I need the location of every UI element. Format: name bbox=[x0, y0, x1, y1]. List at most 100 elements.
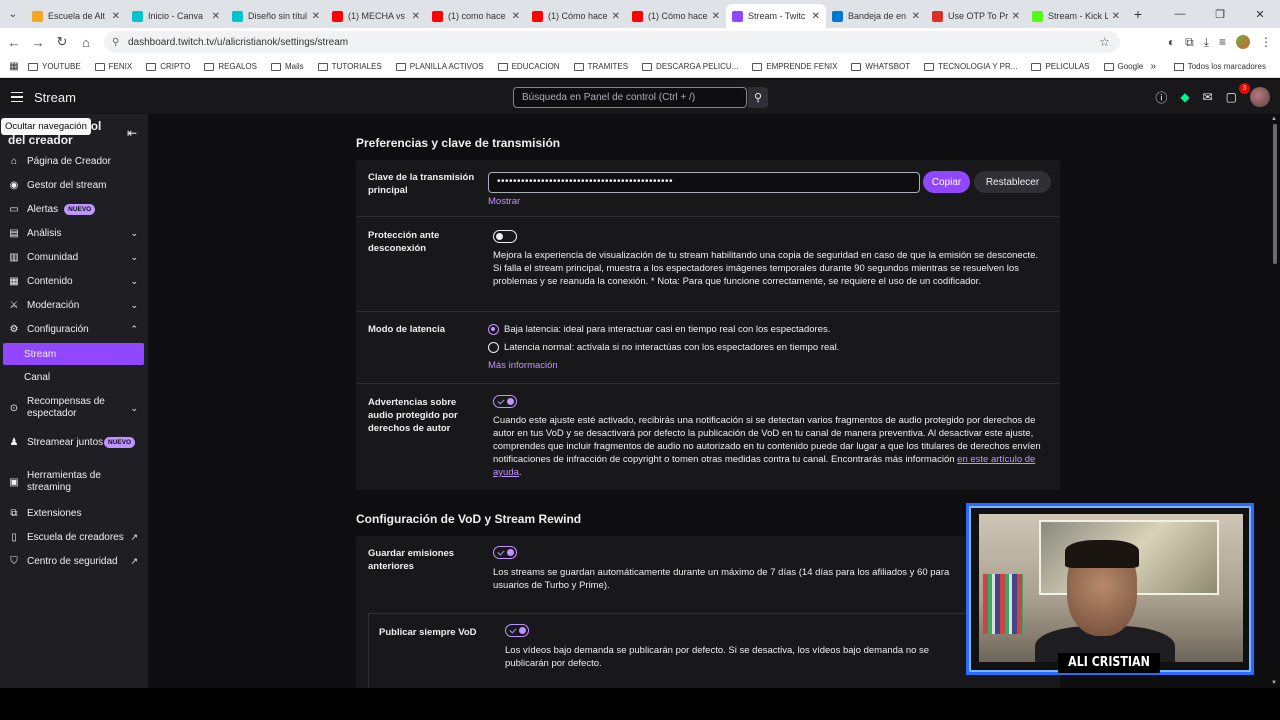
reload-icon[interactable]: ↻ bbox=[50, 34, 74, 50]
notifications-icon[interactable]: ▢ bbox=[1226, 90, 1237, 104]
close-window-icon[interactable]: ✕ bbox=[1240, 0, 1280, 28]
sidebar-item[interactable]: ⚙ Configuración ⌃ bbox=[8, 318, 140, 340]
close-tab-icon[interactable]: ✕ bbox=[712, 11, 720, 22]
bookmark-item[interactable]: TECNOLOGIA Y PR... bbox=[924, 62, 1017, 71]
bookmark-item[interactable]: EMPRENDE FENIX bbox=[752, 62, 837, 71]
close-tab-icon[interactable]: ✕ bbox=[512, 11, 520, 22]
copyright-toggle[interactable] bbox=[493, 395, 517, 408]
close-tab-icon[interactable]: ✕ bbox=[612, 11, 620, 22]
sidebar-item[interactable]: ◉ Gestor del stream bbox=[8, 174, 140, 196]
disconnect-protection-toggle[interactable] bbox=[493, 230, 517, 243]
more-bookmarks-icon[interactable]: » bbox=[1150, 61, 1156, 72]
bookmark-item[interactable]: Google bbox=[1103, 62, 1143, 71]
close-tab-icon[interactable]: ✕ bbox=[312, 11, 320, 22]
normal-latency-radio[interactable] bbox=[488, 342, 499, 353]
sidebar-item[interactable]: ▤ Análisis ⌄ bbox=[8, 222, 140, 244]
sidebar-subitem[interactable]: Stream bbox=[3, 343, 144, 365]
sidebar-item[interactable]: ⧉ Extensiones bbox=[8, 502, 140, 524]
bookmark-item[interactable]: TUTORIALES bbox=[317, 62, 382, 71]
bookmark-item[interactable]: REGALOS bbox=[204, 62, 257, 71]
restore-icon[interactable]: ❐ bbox=[1200, 0, 1240, 28]
save-past-label: Guardar emisiones anteriores bbox=[368, 548, 455, 572]
bookmark-star-icon[interactable]: ☆ bbox=[1099, 35, 1110, 49]
search-icon[interactable]: ⚲ bbox=[748, 87, 768, 108]
sidebar-item[interactable]: ⊙ Recompensas de espectador ⌄ bbox=[8, 394, 140, 422]
back-icon[interactable]: ← bbox=[2, 35, 26, 50]
new-tab-button[interactable]: + bbox=[1126, 6, 1150, 22]
bookmark-item[interactable]: CRIPTO bbox=[146, 62, 190, 71]
browser-tab[interactable]: (1) como hace ✕ bbox=[426, 4, 526, 28]
webcam-overlay: ALI CRISTIAN bbox=[966, 503, 1254, 675]
sidebar-item[interactable]: ▯ Escuela de creadores ↗ bbox=[8, 526, 140, 548]
close-tab-icon[interactable]: ✕ bbox=[112, 11, 120, 22]
sidebar-item[interactable]: ▦ Contenido ⌄ bbox=[8, 270, 140, 292]
browser-tab[interactable]: Bandeja de en ✕ bbox=[826, 4, 926, 28]
puzzle-icon[interactable]: ⧉ bbox=[1185, 35, 1194, 50]
profile-avatar[interactable] bbox=[1236, 35, 1250, 49]
show-key-link[interactable]: Mostrar bbox=[488, 196, 520, 207]
browser-tab[interactable]: Diseño sin títul ✕ bbox=[226, 4, 326, 28]
browser-tab[interactable]: Stream - Kick L ✕ bbox=[1026, 4, 1126, 28]
close-tab-icon[interactable]: ✕ bbox=[412, 11, 420, 22]
publish-vod-desc: Los vídeos bajo demanda se publicarán po… bbox=[505, 645, 930, 669]
media-icon[interactable]: ≡ bbox=[1219, 35, 1226, 49]
forward-icon[interactable]: → bbox=[26, 35, 50, 50]
reset-key-button[interactable]: Restablecer bbox=[974, 171, 1051, 193]
dashboard-search-input[interactable]: Búsqueda en Panel de control (Ctrl + /) bbox=[513, 87, 747, 108]
collapse-nav-icon[interactable]: ⇤ bbox=[127, 126, 137, 140]
low-latency-radio[interactable] bbox=[488, 324, 499, 335]
tab-search-icon[interactable]: ⌄ bbox=[0, 0, 26, 28]
bookmark-item[interactable]: Mails bbox=[271, 62, 304, 71]
bookmark-item[interactable]: DESCARGA PELICU... bbox=[642, 62, 738, 71]
close-tab-icon[interactable]: ✕ bbox=[812, 11, 820, 22]
more-info-link[interactable]: Más información bbox=[488, 360, 558, 371]
user-avatar[interactable] bbox=[1250, 87, 1270, 107]
download-icon[interactable]: ⤓ bbox=[1204, 35, 1209, 50]
help-icon[interactable]: ⓘ bbox=[1155, 89, 1167, 106]
url-field[interactable]: ⚲ dashboard.twitch.tv/u/alicristianok/se… bbox=[104, 31, 1120, 53]
extension-status-icon[interactable]: ◆ bbox=[1180, 90, 1189, 104]
copy-button[interactable]: Copiar bbox=[923, 171, 970, 193]
close-tab-icon[interactable]: ✕ bbox=[912, 11, 920, 22]
minimize-icon[interactable]: — bbox=[1160, 0, 1200, 28]
tooltip: Ocultar navegación bbox=[1, 118, 91, 135]
sidebar-item[interactable]: ▣ Herramientas de streaming bbox=[8, 468, 140, 496]
bookmark-item[interactable]: FENIX bbox=[94, 62, 132, 71]
sidebar-item[interactable]: ♟ Streamear juntos NUEVO bbox=[8, 431, 140, 453]
apps-icon[interactable]: ▦ bbox=[0, 61, 28, 72]
browser-tab[interactable]: (1) Cómo hace ✕ bbox=[626, 4, 726, 28]
normal-latency-label: Latencia normal: actívala si no interact… bbox=[504, 342, 840, 353]
hamburger-menu-icon[interactable] bbox=[0, 91, 34, 103]
sidebar-item[interactable]: ⚔ Moderación ⌄ bbox=[8, 294, 140, 316]
bookmark-item[interactable]: TRAMITES bbox=[573, 62, 628, 71]
browser-tab[interactable]: Inicio - Canva ✕ bbox=[126, 4, 226, 28]
sidebar-item[interactable]: ⛉ Centro de seguridad ↗ bbox=[8, 550, 140, 572]
stream-key-field[interactable]: ••••••••••••••••••••••••••••••••••••••••… bbox=[488, 172, 920, 193]
sidebar-item[interactable]: ▥ Comunidad ⌄ bbox=[8, 246, 140, 268]
close-tab-icon[interactable]: ✕ bbox=[1112, 11, 1120, 22]
bookmark-item[interactable]: PELICULAS bbox=[1031, 62, 1090, 71]
close-tab-icon[interactable]: ✕ bbox=[1012, 11, 1020, 22]
bookmark-item[interactable]: YOUTUBE bbox=[28, 62, 81, 71]
browser-tab[interactable]: (1) Cómo hace ✕ bbox=[526, 4, 626, 28]
browser-tab[interactable]: Stream - Twitc ✕ bbox=[726, 4, 826, 28]
home-icon[interactable]: ⌂ bbox=[74, 35, 98, 50]
bookmark-item[interactable]: WHATSBOT bbox=[851, 62, 910, 71]
extension-icon[interactable]: ◐ bbox=[1168, 35, 1175, 49]
site-info-icon[interactable]: ⚲ bbox=[112, 37, 119, 48]
bookmark-item[interactable]: EDUCACION bbox=[497, 62, 560, 71]
sidebar-item[interactable]: ▭ Alertas NUEVO bbox=[8, 198, 140, 220]
page-scrollbar[interactable]: ▲ ▼ bbox=[1270, 114, 1280, 688]
menu-icon[interactable]: ⋮ bbox=[1260, 35, 1272, 49]
sidebar-item[interactable]: ⌂ Página de Creador bbox=[8, 150, 140, 172]
bookmark-item[interactable]: PLANILLA ACTIVOS bbox=[395, 62, 484, 71]
sidebar-subitem[interactable]: Canal bbox=[3, 366, 144, 388]
save-past-toggle[interactable] bbox=[493, 546, 517, 559]
all-bookmarks[interactable]: Todos los marcadores bbox=[1173, 62, 1266, 71]
close-tab-icon[interactable]: ✕ bbox=[212, 11, 220, 22]
publish-vod-toggle[interactable] bbox=[505, 624, 529, 637]
browser-tab[interactable]: Use OTP To Pr ✕ bbox=[926, 4, 1026, 28]
browser-tab[interactable]: Escuela de Alt ✕ bbox=[26, 4, 126, 28]
browser-tab[interactable]: (1) MECHA vs ✕ bbox=[326, 4, 426, 28]
inbox-icon[interactable]: ✉ bbox=[1203, 90, 1213, 104]
